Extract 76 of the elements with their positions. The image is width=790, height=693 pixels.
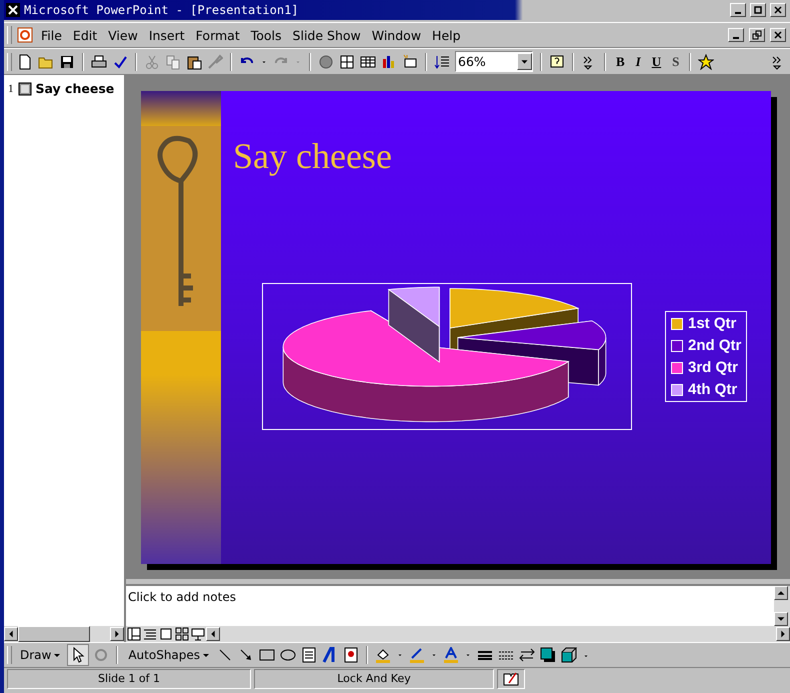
copy-icon[interactable] [165, 54, 181, 70]
new-document-icon[interactable] [17, 54, 33, 70]
tables-borders-icon[interactable] [339, 54, 355, 70]
horizontal-scrollbar[interactable] [4, 626, 124, 642]
minimize-button[interactable] [730, 3, 746, 17]
font-color-icon[interactable] [443, 647, 460, 663]
status-text: Lock And Key [254, 669, 494, 689]
bar-chart-icon[interactable] [381, 54, 397, 70]
document-icon[interactable] [17, 27, 33, 43]
status-text: Slide 1 of 1 [7, 669, 251, 689]
legend-label: 2nd Qtr [688, 337, 742, 354]
3d-box-icon[interactable] [561, 647, 578, 663]
scroll-up-icon[interactable] [774, 586, 788, 600]
scroll-thumb[interactable] [18, 626, 90, 642]
slide-number: 1 [8, 82, 14, 94]
slide-show-icon[interactable] [190, 626, 206, 642]
oval-icon[interactable] [280, 647, 296, 663]
format-button[interactable]: U [648, 54, 664, 70]
spelling-check-icon[interactable] [112, 54, 128, 70]
fill-color-icon[interactable] [375, 647, 392, 663]
table-icon[interactable] [360, 54, 376, 70]
scroll-left-icon[interactable] [4, 627, 18, 641]
spelling-status-icon [503, 671, 519, 687]
caret-icon [54, 654, 60, 656]
menu-item[interactable]: File [38, 28, 65, 42]
menu-item[interactable]: Slide Show [290, 28, 364, 42]
scroll-down-icon[interactable] [774, 612, 788, 626]
expand-icon[interactable] [434, 54, 450, 70]
zoom-dropdown[interactable]: 66% [455, 51, 533, 72]
shadow-icon[interactable] [540, 647, 556, 663]
chart-frame[interactable] [262, 283, 632, 430]
text-box-icon[interactable] [301, 647, 318, 663]
star-icon[interactable] [698, 54, 714, 70]
paste-icon[interactable] [186, 54, 202, 70]
autoshapes-menu-button[interactable]: AutoShapes [125, 648, 212, 662]
format-button[interactable]: B [613, 54, 628, 70]
slide-icon[interactable] [18, 82, 32, 96]
select-pointer-icon[interactable] [68, 645, 88, 665]
menu-item[interactable]: Help [429, 28, 464, 42]
caret-icon [203, 654, 210, 656]
line-color-icon[interactable] [409, 647, 426, 663]
legend-label: 1st Qtr [688, 315, 736, 332]
app-icon[interactable] [6, 3, 20, 17]
save-icon[interactable] [59, 54, 75, 70]
slide-sorter-icon[interactable] [174, 626, 190, 642]
slide-title[interactable]: Say cheese [233, 135, 771, 177]
legend-label: 3rd Qtr [688, 359, 738, 376]
close-button[interactable] [770, 28, 786, 42]
format-button[interactable]: S [669, 54, 682, 70]
scroll-right-icon[interactable] [110, 627, 124, 641]
clip-art-icon[interactable] [343, 647, 360, 663]
new-slide-icon[interactable] [402, 54, 418, 70]
menu-item[interactable]: Tools [248, 28, 285, 42]
vertical-scrollbar[interactable] [774, 586, 790, 626]
menu-item[interactable]: Format [192, 28, 243, 42]
maximize-button[interactable] [750, 3, 766, 17]
menu-item[interactable]: Window [368, 28, 424, 42]
legend-label: 4th Qtr [688, 381, 738, 398]
menu-item[interactable]: Edit [70, 28, 100, 42]
arrow-style-icon[interactable] [519, 647, 536, 663]
menu-item[interactable]: View [105, 28, 141, 42]
normal-view-icon[interactable] [126, 626, 142, 642]
print-icon[interactable] [91, 54, 107, 70]
slide-view-icon[interactable] [158, 626, 174, 642]
rectangle-icon[interactable] [259, 647, 276, 663]
scroll-left-icon[interactable] [206, 627, 220, 641]
close-button[interactable] [770, 3, 786, 17]
window-title: Microsoft PowerPoint - [Presentation1] [24, 3, 299, 17]
menu-item[interactable]: Insert [146, 28, 188, 42]
format-button[interactable]: I [632, 54, 644, 70]
draw-menu-button[interactable]: Draw [17, 648, 64, 662]
minimize-button[interactable] [728, 28, 744, 42]
restore-button[interactable] [749, 28, 765, 42]
help-icon[interactable] [549, 54, 565, 70]
outline-slide-title[interactable]: Say cheese [36, 81, 114, 96]
scroll-right-icon[interactable] [776, 627, 790, 641]
